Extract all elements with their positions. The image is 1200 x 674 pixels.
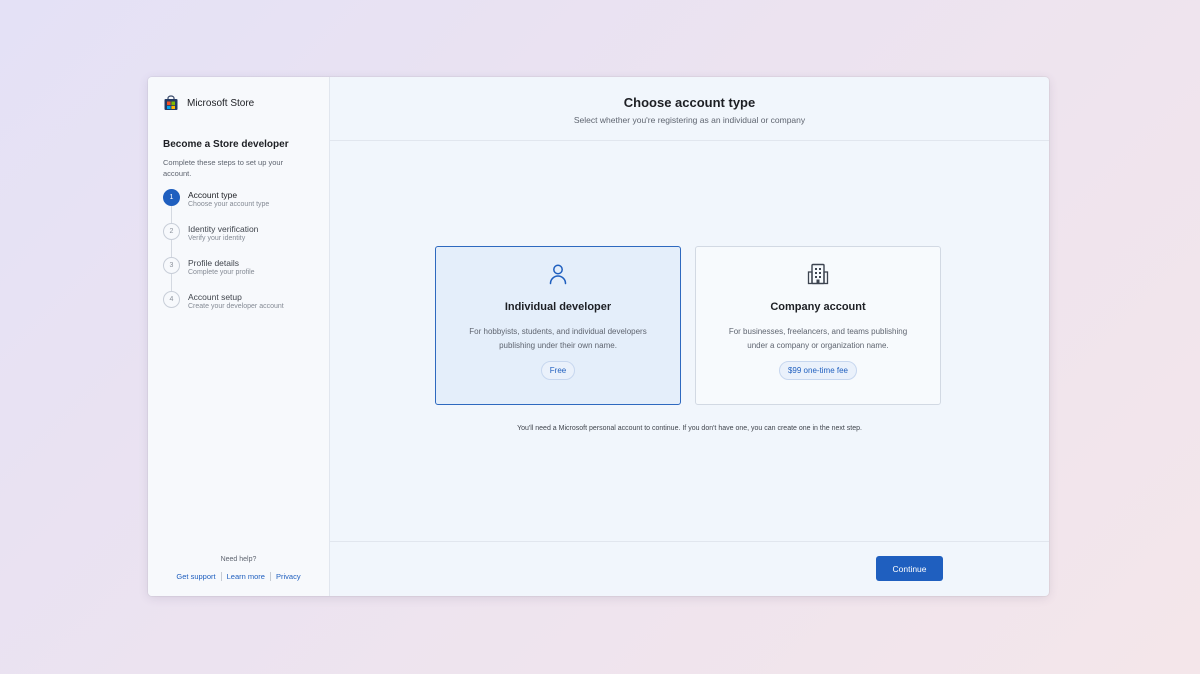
privacy-link[interactable]: Privacy xyxy=(276,572,301,581)
price-badge: Free xyxy=(540,361,576,380)
price-badge: $99 one-time fee xyxy=(778,361,858,380)
get-support-link[interactable]: Get support xyxy=(176,572,215,581)
step-subtitle: Complete your profile xyxy=(188,269,255,276)
step-account-setup[interactable]: 4 Account setup Create your developer ac… xyxy=(163,291,314,325)
link-divider xyxy=(220,572,222,581)
continue-button[interactable]: Continue xyxy=(876,556,943,581)
help-title: Need help? xyxy=(220,556,257,563)
step-connector xyxy=(171,274,172,291)
step-profile-details[interactable]: 3 Profile details Complete your profile xyxy=(163,257,314,291)
learn-more-link[interactable]: Learn more xyxy=(227,572,265,581)
step-title: Profile details xyxy=(188,258,240,268)
main-panel: Choose account type Select whether you'r… xyxy=(330,77,1049,596)
company-account-card[interactable]: Company account For businesses, freelanc… xyxy=(695,246,941,405)
sidebar-title: Become a Store developer xyxy=(163,139,289,150)
step-subtitle: Choose your account type xyxy=(188,201,270,208)
step-connector xyxy=(171,240,172,257)
page-subtitle: Select whether you're registering as an … xyxy=(573,115,806,125)
building-icon xyxy=(807,263,829,285)
onboarding-window: Microsoft Store Become a Store developer… xyxy=(148,77,1049,596)
card-description: For hobbyists, students, and individual … xyxy=(469,327,647,350)
step-list: 1 Account type Choose your account type … xyxy=(163,189,314,325)
step-subtitle: Create your developer account xyxy=(188,303,284,310)
help-links: Get support Learn more Privacy xyxy=(148,572,329,581)
step-title: Identity verification xyxy=(188,224,259,234)
step-title: Account setup xyxy=(188,292,242,302)
brand-name: Microsoft Store xyxy=(187,97,255,109)
link-divider xyxy=(269,572,271,581)
person-icon xyxy=(549,264,567,285)
step-number: 3 xyxy=(163,257,180,274)
main-header: Choose account type Select whether you'r… xyxy=(330,77,1049,141)
account-type-options: Individual developer For hobbyists, stud… xyxy=(435,246,941,405)
sidebar: Microsoft Store Become a Store developer… xyxy=(148,77,330,596)
footer-bar: Continue xyxy=(330,541,1049,596)
step-number: 4 xyxy=(163,291,180,308)
card-title: Company account xyxy=(770,301,866,313)
step-number: 2 xyxy=(163,223,180,240)
account-note: You'll need a Microsoft personal account… xyxy=(517,425,862,432)
individual-developer-card[interactable]: Individual developer For hobbyists, stud… xyxy=(435,246,681,405)
store-bag-icon xyxy=(164,95,178,110)
step-subtitle: Verify your identity xyxy=(188,235,246,242)
help-section: Need help? Get support Learn more Privac… xyxy=(148,556,329,581)
step-account-type[interactable]: 1 Account type Choose your account type xyxy=(163,189,314,223)
step-title: Account type xyxy=(188,190,238,200)
page-title: Choose account type xyxy=(623,95,756,110)
step-number: 1 xyxy=(163,189,180,206)
card-description: For businesses, freelancers, and teams p… xyxy=(728,327,908,350)
sidebar-description: Complete these steps to set up your acco… xyxy=(163,158,284,178)
brand: Microsoft Store xyxy=(163,95,314,111)
step-identity-verification[interactable]: 2 Identity verification Verify your iden… xyxy=(163,223,314,257)
step-connector xyxy=(171,206,172,223)
card-title: Individual developer xyxy=(504,301,612,313)
